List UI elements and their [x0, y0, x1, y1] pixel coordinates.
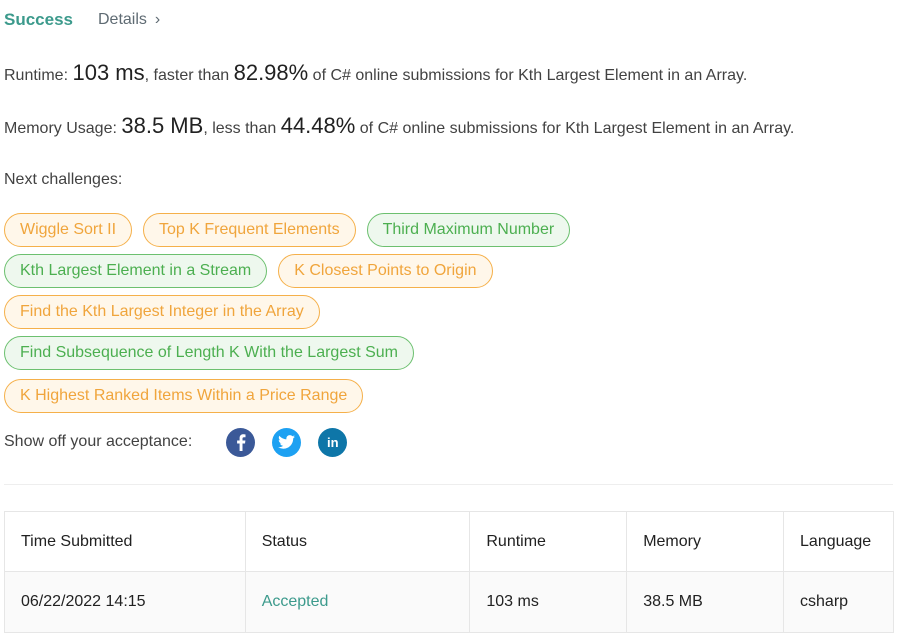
- details-label: Details: [98, 11, 147, 28]
- runtime-value: 103 ms: [72, 60, 145, 85]
- table-row: 06/22/2022 14:15 Accepted 103 ms 38.5 MB…: [4, 571, 894, 633]
- challenge-tag[interactable]: Wiggle Sort II: [4, 213, 133, 247]
- runtime-percent: 82.98%: [233, 60, 309, 85]
- submissions-table: Time Submitted Status Runtime Memory Lan…: [4, 511, 894, 633]
- challenge-row: Wiggle Sort II Top K Frequent Elements T…: [4, 213, 884, 247]
- challenge-tag[interactable]: Kth Largest Element in a Stream: [4, 254, 268, 288]
- memory-line: Memory Usage: 38.5 MB, less than 44.48% …: [4, 113, 794, 139]
- challenge-row: Find the Kth Largest Integer in the Arra…: [4, 295, 884, 329]
- challenge-row: Find Subsequence of Length K With the La…: [4, 336, 884, 370]
- challenge-row: Kth Largest Element in a Stream K Closes…: [4, 254, 884, 288]
- runtime-label: Runtime:: [4, 67, 69, 84]
- cell-status: Accepted: [244, 571, 471, 633]
- cell-memory: 38.5 MB: [626, 571, 785, 633]
- challenge-tag[interactable]: Top K Frequent Elements: [143, 213, 356, 247]
- memory-suffix: of C# online submissions for Kth Largest…: [359, 120, 795, 137]
- cell-language: csharp: [783, 571, 894, 633]
- challenge-tag[interactable]: Find the Kth Largest Integer in the Arra…: [4, 295, 320, 329]
- next-challenges-list: Wiggle Sort II Top K Frequent Elements T…: [4, 213, 884, 420]
- result-status-title: Success: [4, 10, 73, 29]
- column-header-status[interactable]: Status: [244, 511, 471, 572]
- runtime-mid: , faster than: [144, 67, 230, 84]
- runtime-suffix: of C# online submissions for Kth Largest…: [312, 67, 748, 84]
- linkedin-glyph: in: [326, 434, 339, 450]
- facebook-glyph: [236, 433, 246, 451]
- challenge-row: K Highest Ranked Items Within a Price Ra…: [4, 379, 884, 413]
- result-header: Success Details ›: [4, 8, 160, 32]
- challenge-tag[interactable]: Find Subsequence of Length K With the La…: [4, 336, 415, 370]
- next-challenges-label: Next challenges:: [4, 171, 123, 188]
- memory-label: Memory Usage:: [4, 120, 117, 137]
- column-header-language[interactable]: Language: [783, 511, 894, 572]
- twitter-glyph: [278, 435, 296, 449]
- status-accepted-link[interactable]: Accepted: [262, 593, 329, 610]
- section-divider: [4, 484, 893, 485]
- memory-percent: 44.48%: [280, 113, 356, 138]
- challenge-tag[interactable]: Third Maximum Number: [366, 213, 571, 247]
- linkedin-icon[interactable]: in: [318, 427, 348, 457]
- challenge-tag[interactable]: K Closest Points to Origin: [278, 254, 493, 288]
- memory-value: 38.5 MB: [121, 113, 204, 138]
- challenge-tag[interactable]: K Highest Ranked Items Within a Price Ra…: [4, 379, 364, 413]
- memory-mid: , less than: [203, 120, 277, 137]
- cell-time-submitted: 06/22/2022 14:15: [4, 571, 246, 633]
- cell-runtime: 103 ms: [469, 571, 628, 633]
- runtime-line: Runtime: 103 ms, faster than 82.98% of C…: [4, 60, 747, 86]
- facebook-icon[interactable]: [226, 427, 256, 457]
- chevron-right-icon: ›: [154, 11, 161, 28]
- column-header-memory[interactable]: Memory: [626, 511, 785, 572]
- column-header-time[interactable]: Time Submitted: [4, 511, 246, 572]
- table-header-row: Time Submitted Status Runtime Memory Lan…: [4, 511, 894, 572]
- share-section: Show off your acceptance: in: [4, 427, 364, 457]
- details-link[interactable]: Details ›: [98, 11, 160, 29]
- column-header-runtime[interactable]: Runtime: [469, 511, 628, 572]
- twitter-icon[interactable]: [272, 427, 302, 457]
- share-label: Show off your acceptance:: [4, 433, 193, 450]
